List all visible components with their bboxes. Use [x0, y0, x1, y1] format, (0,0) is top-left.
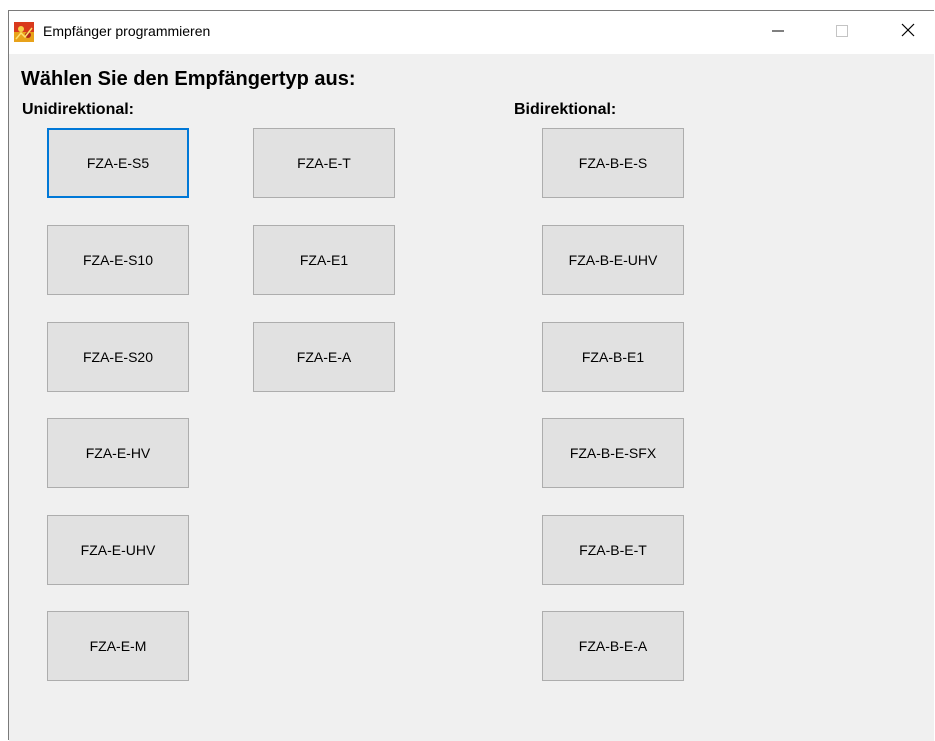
receiver-button-fza-e1[interactable]: FZA-E1 — [253, 225, 395, 295]
receiver-button-fza-e-hv[interactable]: FZA-E-HV — [47, 418, 189, 488]
receiver-button-fza-e-m[interactable]: FZA-E-M — [47, 611, 189, 681]
receiver-button-fza-e-s10[interactable]: FZA-E-S10 — [47, 225, 189, 295]
receiver-button-fza-b-e1[interactable]: FZA-B-E1 — [542, 322, 684, 392]
maximize-icon — [836, 24, 848, 42]
close-icon — [901, 23, 915, 42]
receiver-button-fza-b-e-s[interactable]: FZA-B-E-S — [542, 128, 684, 198]
bidirectional-label: Bidirektional: — [514, 101, 617, 118]
minimize-icon — [772, 24, 784, 42]
receiver-button-fza-e-a[interactable]: FZA-E-A — [253, 322, 395, 392]
app-logo-icon — [14, 22, 34, 42]
page-heading: Wählen Sie den Empfängertyp aus: — [21, 68, 356, 90]
receiver-button-fza-b-e-uhv[interactable]: FZA-B-E-UHV — [542, 225, 684, 295]
receiver-button-fza-e-t[interactable]: FZA-E-T — [253, 128, 395, 198]
window-title: Empfänger programmieren — [43, 23, 211, 39]
main-content: Wählen Sie den Empfängertyp aus: Unidire… — [9, 54, 934, 741]
minimize-button[interactable] — [755, 11, 801, 54]
app-window: Empfänger programmieren Wählen Sie den E… — [8, 10, 934, 741]
receiver-button-fza-b-e-a[interactable]: FZA-B-E-A — [542, 611, 684, 681]
receiver-button-fza-e-s20[interactable]: FZA-E-S20 — [47, 322, 189, 392]
title-bar[interactable]: Empfänger programmieren — [9, 11, 934, 54]
receiver-button-fza-b-e-sfx[interactable]: FZA-B-E-SFX — [542, 418, 684, 488]
unidirectional-label: Unidirektional: — [22, 101, 135, 118]
receiver-button-fza-b-e-t[interactable]: FZA-B-E-T — [542, 515, 684, 585]
close-button[interactable] — [885, 11, 931, 54]
receiver-button-fza-e-s5[interactable]: FZA-E-S5 — [47, 128, 189, 198]
maximize-button[interactable] — [819, 11, 865, 54]
receiver-button-fza-e-uhv[interactable]: FZA-E-UHV — [47, 515, 189, 585]
